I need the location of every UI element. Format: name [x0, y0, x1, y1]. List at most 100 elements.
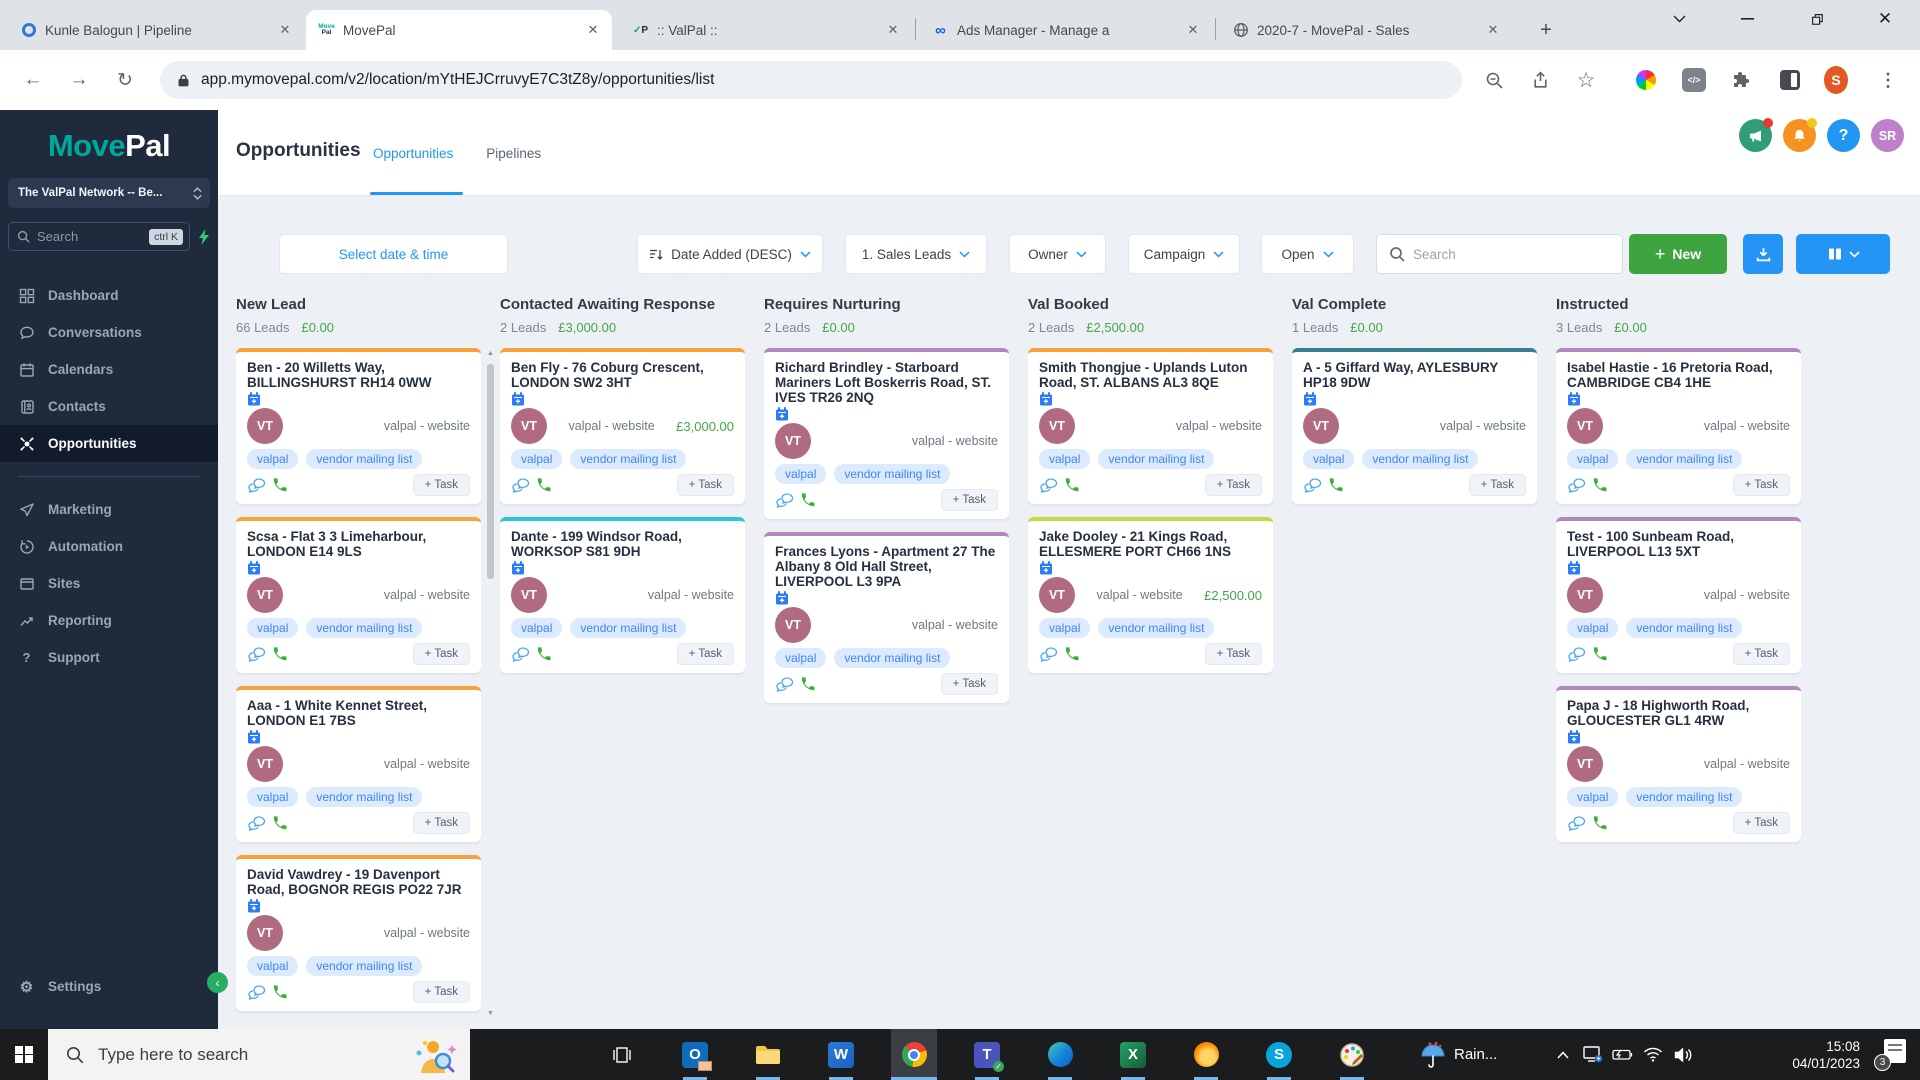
url-bar[interactable]: app.mymovepal.com/v2/location/mYtHEJCrru…	[160, 61, 1462, 99]
phone-icon[interactable]	[536, 477, 552, 493]
taskbar-clock[interactable]: 15:08 04/01/2023	[1752, 1029, 1860, 1080]
card-avatar[interactable]: VT	[247, 915, 283, 951]
tray-cast-icon[interactable]	[1578, 1046, 1608, 1063]
sidebar-item-calendars[interactable]: Calendars	[0, 351, 218, 388]
browser-tab-valpal[interactable]: ✓P :: ValPal :: ✕	[620, 10, 912, 50]
opportunity-card[interactable]: Smith Thongjue - Uplands Luton Road, ST.…	[1028, 348, 1273, 504]
taskbar-chrome-icon[interactable]	[891, 1029, 937, 1080]
card-tag[interactable]: valpal	[1039, 618, 1090, 638]
calendar-plus-icon[interactable]	[1567, 561, 1581, 575]
sidebar-item-sites[interactable]: Sites	[0, 565, 218, 602]
phone-icon[interactable]	[1064, 646, 1080, 662]
card-tag[interactable]: valpal	[247, 956, 298, 976]
card-tag[interactable]: valpal	[775, 648, 826, 668]
board-view-toggle-button[interactable]	[1796, 234, 1890, 274]
phone-icon[interactable]	[1592, 815, 1608, 831]
calendar-plus-icon[interactable]	[247, 392, 261, 406]
sidebar-item-contacts[interactable]: Contacts	[0, 388, 218, 425]
tab-opportunities[interactable]: Opportunities	[373, 146, 453, 161]
sidebar-item-settings[interactable]: ⚙ Settings	[0, 968, 218, 1005]
card-tag[interactable]: vendor mailing list	[570, 618, 686, 638]
add-task-button[interactable]: + Task	[413, 643, 470, 665]
calendar-plus-icon[interactable]	[775, 407, 789, 421]
tab-close-icon[interactable]: ✕	[1184, 21, 1202, 39]
browser-tab-sales[interactable]: 2020-7 - MovePal - Sales ✕	[1220, 10, 1512, 50]
taskbar-firefox-icon[interactable]	[1183, 1029, 1229, 1080]
card-tag[interactable]: vendor mailing list	[1362, 449, 1478, 469]
weather-status[interactable]: Rain...	[1420, 1029, 1497, 1080]
add-task-button[interactable]: + Task	[413, 981, 470, 1003]
tray-wifi-icon[interactable]	[1638, 1047, 1668, 1062]
calendar-plus-icon[interactable]	[1567, 392, 1581, 406]
date-range-filter[interactable]: Select date & time	[279, 234, 508, 274]
card-avatar[interactable]: VT	[1567, 746, 1603, 782]
opportunity-card[interactable]: Test - 100 Sunbeam Road, LIVERPOOL L13 5…	[1556, 517, 1801, 673]
sidebar-item-conversations[interactable]: Conversations	[0, 314, 218, 351]
add-task-button[interactable]: + Task	[1205, 474, 1262, 496]
card-tag[interactable]: vendor mailing list	[306, 787, 422, 807]
sort-dropdown[interactable]: Date Added (DESC)	[637, 234, 823, 274]
column-scrollbar[interactable]: ▲ ▼	[485, 348, 496, 1019]
card-avatar[interactable]: VT	[1039, 408, 1075, 444]
card-tag[interactable]: valpal	[1567, 618, 1618, 638]
tab-close-icon[interactable]: ✕	[276, 21, 294, 39]
taskbar-search[interactable]: Type here to search	[48, 1029, 470, 1080]
opportunity-card[interactable]: Aaa - 1 White Kennet Street, LONDON E1 7…	[236, 686, 481, 842]
calendar-plus-icon[interactable]	[1567, 730, 1581, 744]
chat-icon[interactable]	[1303, 478, 1322, 493]
taskbar-skype-icon[interactable]: S	[1256, 1029, 1302, 1080]
chat-icon[interactable]	[247, 985, 266, 1000]
sidebar-item-dashboard[interactable]: Dashboard	[0, 277, 218, 314]
chat-icon[interactable]	[247, 816, 266, 831]
card-tag[interactable]: vendor mailing list	[1098, 449, 1214, 469]
sidebar-item-opportunities[interactable]: Opportunities	[0, 425, 218, 462]
phone-icon[interactable]	[1064, 477, 1080, 493]
window-minimize-button[interactable]	[1724, 0, 1770, 38]
add-task-button[interactable]: + Task	[941, 673, 998, 695]
sidebar-item-reporting[interactable]: Reporting	[0, 602, 218, 639]
chat-icon[interactable]	[511, 647, 530, 662]
card-tag[interactable]: vendor mailing list	[570, 449, 686, 469]
tab-pipelines[interactable]: Pipelines	[486, 146, 541, 161]
phone-icon[interactable]	[1328, 477, 1344, 493]
code-extension-icon[interactable]: </>	[1682, 68, 1706, 92]
sidebar-search-input[interactable]: Search ctrl K	[8, 222, 190, 251]
card-tag[interactable]: vendor mailing list	[1626, 449, 1742, 469]
chat-icon[interactable]	[775, 677, 794, 692]
chat-icon[interactable]	[1567, 478, 1586, 493]
phone-icon[interactable]	[272, 815, 288, 831]
scrollbar-thumb[interactable]	[487, 364, 494, 579]
phone-icon[interactable]	[1592, 477, 1608, 493]
taskbar-outlook-icon[interactable]: O	[672, 1029, 718, 1080]
opportunity-card[interactable]: Richard Brindley - Starboard Mariners Lo…	[764, 348, 1009, 519]
add-task-button[interactable]: + Task	[413, 474, 470, 496]
card-tag[interactable]: vendor mailing list	[1626, 618, 1742, 638]
chat-icon[interactable]	[1039, 647, 1058, 662]
opportunity-card[interactable]: A - 5 Giffard Way, AYLESBURY HP18 9DW VT…	[1292, 348, 1537, 504]
card-tag[interactable]: vendor mailing list	[1098, 618, 1214, 638]
add-task-button[interactable]: + Task	[1733, 474, 1790, 496]
card-avatar[interactable]: VT	[1567, 408, 1603, 444]
import-export-button[interactable]	[1743, 234, 1783, 274]
scroll-down-icon[interactable]: ▼	[485, 1010, 496, 1017]
calendar-plus-icon[interactable]	[247, 561, 261, 575]
browser-tab-ads-manager[interactable]: ∞ Ads Manager - Manage a ✕	[920, 10, 1212, 50]
sidebar-item-marketing[interactable]: Marketing	[0, 491, 218, 528]
card-tag[interactable]: vendor mailing list	[306, 956, 422, 976]
card-avatar[interactable]: VT	[247, 746, 283, 782]
card-tag[interactable]: valpal	[1567, 787, 1618, 807]
opportunity-card[interactable]: Dante - 199 Windsor Road, WORKSOP S81 9D…	[500, 517, 745, 673]
taskbar-edge-icon[interactable]	[1037, 1029, 1083, 1080]
task-view-button[interactable]	[599, 1029, 645, 1080]
card-tag[interactable]: vendor mailing list	[306, 618, 422, 638]
calendar-plus-icon[interactable]	[247, 899, 261, 913]
opportunity-card[interactable]: Frances Lyons - Apartment 27 The Albany …	[764, 532, 1009, 703]
campaign-dropdown[interactable]: Campaign	[1128, 234, 1240, 274]
card-tag[interactable]: vendor mailing list	[306, 449, 422, 469]
new-opportunity-button[interactable]: + New	[1629, 234, 1727, 274]
taskbar-explorer-icon[interactable]	[745, 1029, 791, 1080]
scroll-up-icon[interactable]: ▲	[485, 350, 496, 357]
bookmark-star-icon[interactable]: ☆	[1574, 68, 1598, 92]
tray-volume-icon[interactable]	[1668, 1047, 1698, 1063]
tray-battery-icon[interactable]	[1608, 1048, 1638, 1061]
